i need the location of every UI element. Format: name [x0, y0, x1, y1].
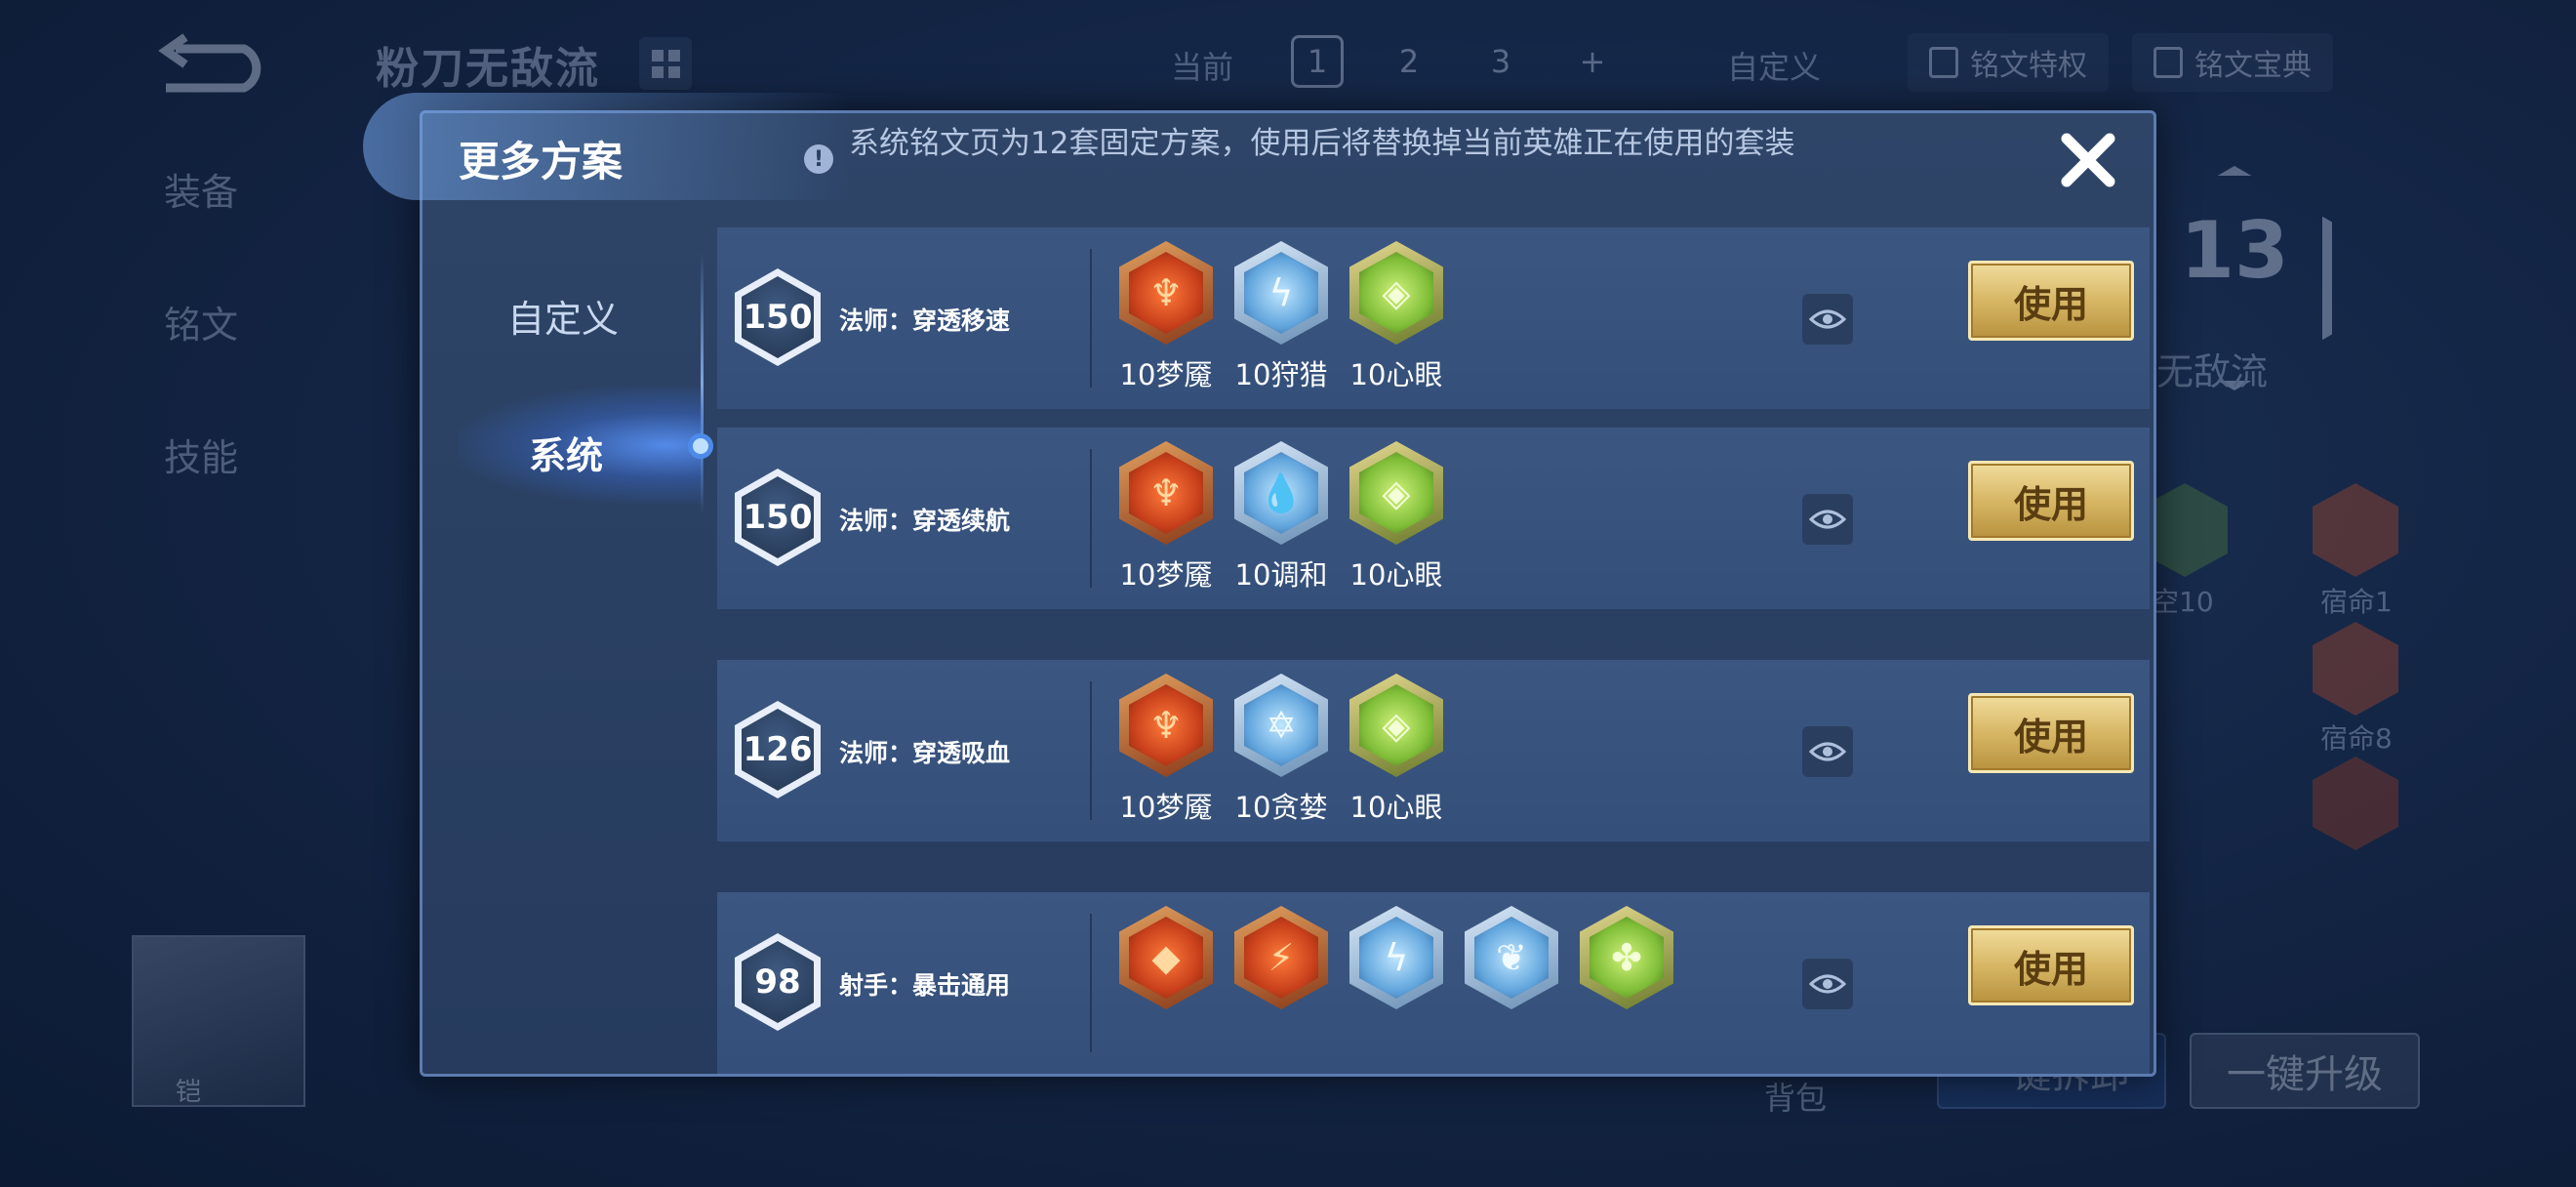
row-divider	[1090, 914, 1092, 1052]
rune-label: 10狩猎	[1234, 358, 1328, 391]
preview-button[interactable]	[1802, 294, 1853, 345]
scheme-row[interactable]: 98 射手：暴击通用 ◆ ⚡ ϟ ❦ ✤ 使用	[717, 892, 2150, 1074]
page-tab-2[interactable]: 2	[1383, 35, 1435, 88]
back-icon[interactable]	[156, 29, 273, 98]
rune-label: 10贪婪	[1234, 791, 1328, 824]
add-page-button[interactable]: +	[1566, 35, 1619, 88]
scheme-name: 法师：穿透续航	[839, 507, 1011, 535]
use-button[interactable]: 使用	[1968, 693, 2134, 773]
modal-title: 更多方案	[459, 138, 624, 185]
rune-level-number: 13	[2180, 205, 2289, 296]
rune-label: 10梦魇	[1119, 791, 1213, 824]
rune-guide-button[interactable]: 铭文宝典	[2132, 33, 2333, 92]
rune-label: 10梦魇	[1119, 558, 1213, 592]
rune-label: 10心眼	[1349, 791, 1443, 824]
rune-slot-label: 宿命8	[2320, 722, 2393, 755]
rune-label: 10心眼	[1349, 358, 1443, 391]
close-icon	[2061, 133, 2115, 187]
scheme-name: 法师：穿透吸血	[839, 739, 1011, 767]
rune-icon[interactable]: ❦	[1465, 906, 1558, 1009]
guide-icon	[2153, 47, 2183, 78]
rune-icon[interactable]: ◈	[1349, 441, 1443, 545]
page-tab-3[interactable]: 3	[1474, 35, 1527, 88]
eye-icon	[1809, 742, 1846, 761]
bag-label[interactable]: 背包	[1764, 1074, 1827, 1119]
eye-icon	[1809, 309, 1846, 329]
rune-icon[interactable]: ◈	[1349, 241, 1443, 345]
eye-icon	[1809, 510, 1846, 529]
rune-label: 10梦魇	[1119, 358, 1213, 391]
rune-guide-label: 铭文宝典	[2194, 49, 2312, 83]
preview-button[interactable]	[1802, 959, 1853, 1009]
rune-icon[interactable]: ◈	[1349, 674, 1443, 777]
use-button[interactable]: 使用	[1968, 261, 2134, 341]
tab-system[interactable]: 系统	[529, 426, 603, 479]
rune-slot-icon[interactable]	[2313, 622, 2398, 716]
scheme-name: 法师：穿透移速	[839, 307, 1011, 335]
rune-icon[interactable]: ϟ	[1349, 906, 1443, 1009]
eye-icon	[1809, 974, 1846, 994]
rune-privilege-button[interactable]: 铭文特权	[1908, 33, 2109, 92]
hero-name: 铠	[176, 1078, 202, 1107]
rune-label: 10调和	[1234, 558, 1328, 592]
scheme-title: 粉刀无敌流	[376, 44, 600, 94]
scheme-row[interactable]: 150 法师：穿透续航 ♆ 10梦魇 💧 10调和 ◈ 10心眼 使用	[717, 428, 2150, 609]
sidebar-item-skills[interactable]: 技能	[164, 428, 238, 481]
rune-privilege-label: 铭文特权	[1970, 49, 2087, 83]
rune-slot-icon[interactable]	[2313, 483, 2398, 577]
notice-text: 系统铭文页为12套固定方案，使用后将替换掉当前英雄正在使用的套装	[849, 126, 1795, 161]
current-page-label: 当前	[1171, 49, 1234, 86]
active-tab-indicator	[688, 433, 713, 459]
use-button[interactable]: 使用	[1968, 925, 2134, 1005]
rune-icon[interactable]: ✤	[1580, 906, 1673, 1009]
rune-slot-label: 空10	[2152, 586, 2214, 618]
avatar[interactable]	[132, 935, 305, 1107]
rune-icon[interactable]: ♆	[1119, 441, 1213, 545]
sidebar-item-runes[interactable]: 铭文	[164, 295, 238, 348]
rune-slot-icon[interactable]	[2313, 757, 2398, 850]
privilege-icon	[1929, 47, 1958, 78]
scheme-row[interactable]: 126 法师：穿透吸血 ♆ 10梦魇 ✡ 10贪婪 ◈ 10心眼 使用	[717, 660, 2150, 841]
rune-icon[interactable]: ◆	[1119, 906, 1213, 1009]
row-divider	[1090, 249, 1092, 388]
rune-slot-label: 宿命1	[2320, 586, 2393, 618]
row-divider	[1090, 449, 1092, 588]
row-divider	[1090, 681, 1092, 820]
one-click-upgrade-button[interactable]: 一键升级	[2190, 1033, 2420, 1109]
preview-button[interactable]	[1802, 494, 1853, 545]
scheme-row[interactable]: 150 法师：穿透移速 ♆ 10梦魇 ϟ 10狩猎 ◈ 10心眼 使用	[717, 227, 2150, 409]
rune-icon[interactable]: ⚡	[1234, 906, 1328, 1009]
rune-icon[interactable]: ♆	[1119, 241, 1213, 345]
page-tab-1[interactable]: 1	[1291, 35, 1344, 88]
sidebar-item-equipment[interactable]: 装备	[164, 162, 238, 216]
grid-icon[interactable]	[639, 37, 692, 90]
rune-label: 10心眼	[1349, 558, 1443, 592]
info-icon: !	[804, 144, 833, 174]
scheme-name-right: 无敌流	[2156, 350, 2269, 393]
preview-button[interactable]	[1802, 726, 1853, 777]
rune-icon[interactable]: 💧	[1234, 441, 1328, 545]
custom-link[interactable]: 自定义	[1727, 43, 1821, 88]
scheme-name: 射手：暴击通用	[839, 971, 1011, 1000]
rune-icon[interactable]: ϟ	[1234, 241, 1328, 345]
tab-custom[interactable]: 自定义	[507, 289, 619, 343]
rune-icon[interactable]: ♆	[1119, 674, 1213, 777]
use-button[interactable]: 使用	[1968, 461, 2134, 541]
close-button[interactable]	[2053, 125, 2123, 195]
rune-icon[interactable]: ✡	[1234, 674, 1328, 777]
